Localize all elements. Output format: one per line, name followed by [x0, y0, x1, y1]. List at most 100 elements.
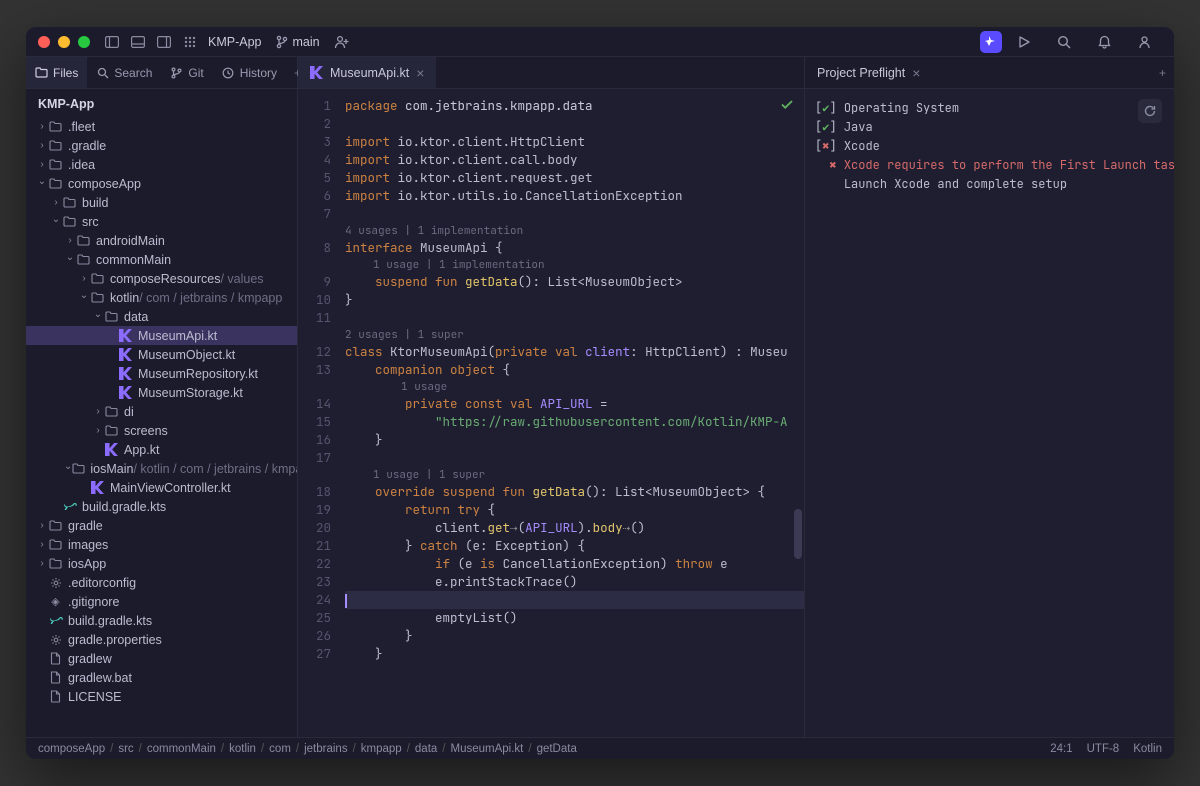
chevron-right-icon[interactable]	[78, 273, 90, 284]
chevron-right-icon[interactable]	[36, 539, 48, 550]
search-icon[interactable]	[1056, 35, 1072, 49]
editor-tab-active[interactable]: MuseumApi.kt ×	[298, 57, 436, 88]
tree-node[interactable]: kotlin / com / jetbrains / kmpapp	[26, 288, 297, 307]
tree-node[interactable]: gradle.properties	[26, 630, 297, 649]
tree-node[interactable]: .fleet	[26, 117, 297, 136]
tab-files[interactable]: Files	[26, 57, 87, 88]
breadcrumb-item[interactable]: kotlin	[229, 743, 256, 755]
usage-hint[interactable]: 1 usage | 1 super	[345, 467, 804, 483]
chevron-down-icon[interactable]	[50, 216, 62, 227]
bell-icon[interactable]	[1096, 35, 1112, 49]
add-right-tool-button[interactable]: +	[1151, 66, 1174, 80]
chevron-right-icon[interactable]	[92, 406, 104, 417]
chevron-right-icon[interactable]	[36, 558, 48, 569]
tree-node[interactable]: images	[26, 535, 297, 554]
panel-bottom-icon[interactable]	[130, 36, 146, 48]
breadcrumb-item[interactable]: composeApp	[38, 743, 105, 755]
tree-node[interactable]: build.gradle.kts	[26, 497, 297, 516]
chevron-down-icon[interactable]	[64, 463, 72, 474]
tree-node[interactable]: composeResources / values	[26, 269, 297, 288]
run-button[interactable]	[1016, 35, 1032, 49]
breadcrumb-item[interactable]: getData	[537, 743, 577, 755]
tree-node[interactable]: build	[26, 193, 297, 212]
grid-icon[interactable]	[182, 36, 198, 48]
panel-left-icon[interactable]	[104, 36, 120, 48]
tree-node[interactable]: di	[26, 402, 297, 421]
usage-hint[interactable]: 4 usages | 1 implementation	[345, 223, 804, 239]
scrollbar-thumb[interactable]	[794, 509, 802, 559]
chevron-down-icon[interactable]	[36, 178, 48, 189]
cursor-position[interactable]: 24:1	[1050, 743, 1072, 755]
branch-indicator[interactable]: main	[276, 35, 320, 49]
tree-node[interactable]: screens	[26, 421, 297, 440]
minimize-window-button[interactable]	[58, 36, 70, 48]
breadcrumb-item[interactable]: MuseumApi.kt	[451, 743, 524, 755]
breadcrumb-item[interactable]: data	[415, 743, 437, 755]
tree-node[interactable]: MuseumStorage.kt	[26, 383, 297, 402]
breadcrumb-item[interactable]: jetbrains	[304, 743, 347, 755]
file-language[interactable]: Kotlin	[1133, 743, 1162, 755]
current-line	[345, 591, 804, 609]
tree-node[interactable]: .editorconfig	[26, 573, 297, 592]
tree-node[interactable]: .gradle	[26, 136, 297, 155]
ai-assistant-button[interactable]	[980, 31, 1002, 53]
chevron-right-icon[interactable]	[36, 140, 48, 151]
breadcrumb-item[interactable]: commonMain	[147, 743, 216, 755]
project-name[interactable]: KMP-App	[208, 35, 262, 49]
tree-node[interactable]: MuseumObject.kt	[26, 345, 297, 364]
tree-node[interactable]: build.gradle.kts	[26, 611, 297, 630]
chevron-right-icon[interactable]	[36, 520, 48, 531]
usage-hint[interactable]: 2 usages | 1 super	[345, 327, 804, 343]
user-icon[interactable]	[1136, 35, 1152, 49]
tab-git[interactable]: Git	[161, 57, 212, 88]
tree-node[interactable]: LICENSE	[26, 687, 297, 706]
panel-right-icon[interactable]	[156, 36, 172, 48]
tree-node[interactable]: iosMain / kotlin / com / jetbrains / kmp…	[26, 459, 297, 478]
breadcrumb-item[interactable]: com	[269, 743, 291, 755]
tab-history[interactable]: History	[213, 57, 286, 88]
breadcrumbs[interactable]: composeApp/src/commonMain/kotlin/com/jet…	[38, 743, 1050, 755]
tree-node[interactable]: MainViewController.kt	[26, 478, 297, 497]
tree-node[interactable]: src	[26, 212, 297, 231]
zoom-window-button[interactable]	[78, 36, 90, 48]
code-area[interactable]: package com.jetbrains.kmpapp.data import…	[345, 89, 804, 737]
rerun-button[interactable]	[1138, 99, 1162, 123]
file-tree[interactable]: KMP-App .fleet.gradle.ideacomposeAppbuil…	[26, 89, 298, 737]
tree-node[interactable]: gradlew	[26, 649, 297, 668]
breadcrumb-item[interactable]: src	[118, 743, 133, 755]
chevron-down-icon[interactable]	[78, 292, 90, 303]
usage-hint[interactable]: 1 usage | 1 implementation	[345, 257, 804, 273]
tree-node[interactable]: MuseumRepository.kt	[26, 364, 297, 383]
tree-node[interactable]: App.kt	[26, 440, 297, 459]
tree-node[interactable]: gradlew.bat	[26, 668, 297, 687]
chevron-right-icon[interactable]	[50, 197, 62, 208]
tree-node[interactable]: androidMain	[26, 231, 297, 250]
chevron-right-icon[interactable]	[92, 425, 104, 436]
chevron-right-icon[interactable]	[64, 235, 76, 246]
tree-node[interactable]: commonMain	[26, 250, 297, 269]
tree-node[interactable]: composeApp	[26, 174, 297, 193]
add-user-icon[interactable]	[334, 35, 350, 49]
inspections-ok-icon[interactable]	[780, 97, 794, 115]
usage-hint[interactable]: 1 usage	[345, 379, 804, 395]
tab-preflight[interactable]: Project Preflight ×	[805, 57, 932, 88]
chevron-down-icon[interactable]	[64, 254, 76, 265]
preflight-item: [✔] Java	[815, 118, 1174, 137]
close-window-button[interactable]	[38, 36, 50, 48]
chevron-down-icon[interactable]	[92, 311, 104, 322]
close-tab-button[interactable]: ×	[912, 65, 920, 81]
code-editor[interactable]: 1234567 8 91011 1213 14151617 1819202122…	[298, 89, 804, 737]
file-encoding[interactable]: UTF-8	[1087, 743, 1120, 755]
close-tab-button[interactable]: ×	[416, 65, 424, 81]
tree-node[interactable]: data	[26, 307, 297, 326]
tab-search[interactable]: Search	[87, 57, 161, 88]
breadcrumb-item[interactable]: kmpapp	[361, 743, 402, 755]
editor-scrollbar[interactable]	[794, 89, 802, 737]
tree-node[interactable]: ◈.gitignore	[26, 592, 297, 611]
tree-node[interactable]: MuseumApi.kt	[26, 326, 297, 345]
chevron-right-icon[interactable]	[36, 121, 48, 132]
tree-node[interactable]: gradle	[26, 516, 297, 535]
tree-node[interactable]: .idea	[26, 155, 297, 174]
tree-node[interactable]: iosApp	[26, 554, 297, 573]
chevron-right-icon[interactable]	[36, 159, 48, 170]
